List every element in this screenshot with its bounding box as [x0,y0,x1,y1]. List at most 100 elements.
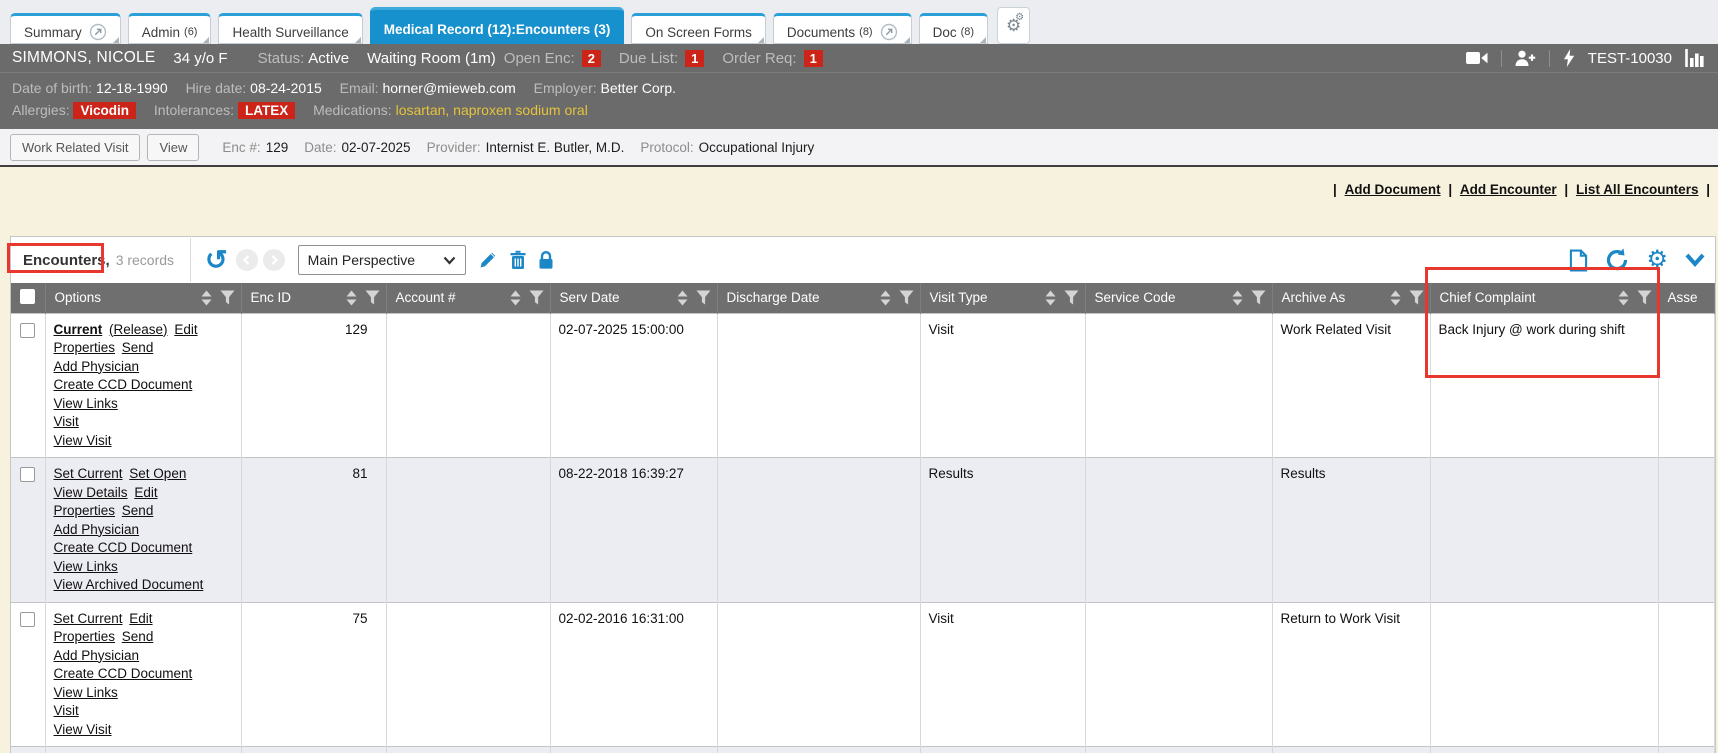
option-link[interactable]: Add Physician [54,359,140,374]
column-header-account[interactable]: Account # [386,283,550,313]
tab-medical-record-encounters[interactable]: Medical Record (12):Encounters (3) [370,7,625,44]
list-all-encounters-link[interactable]: List All Encounters [1576,182,1699,197]
work-related-visit-button[interactable]: Work Related Visit [10,134,140,161]
option-link[interactable]: Properties [54,629,116,644]
sort-icon[interactable] [1618,290,1629,306]
option-link[interactable]: View Links [54,396,118,411]
tab-on-screen-forms[interactable]: On Screen Forms [631,13,766,44]
sort-icon[interactable] [201,290,212,306]
popout-icon[interactable] [880,23,898,41]
option-link[interactable]: Create CCD Document [54,377,193,392]
add-encounter-link[interactable]: Add Encounter [1460,182,1557,197]
option-link[interactable]: Add Physician [54,648,140,663]
filter-funnel-icon[interactable] [220,290,235,305]
add-document-link[interactable]: Add Document [1345,182,1441,197]
sort-icon[interactable] [1390,290,1401,306]
refresh-icon[interactable] [1605,248,1629,272]
option-link[interactable]: Add Physician [54,522,140,537]
option-link[interactable]: View Archived Document [54,577,204,592]
intolerance-badge[interactable]: LATEX [238,102,295,119]
delete-trash-icon[interactable] [509,250,527,270]
option-link[interactable]: View Links [54,685,118,700]
option-link[interactable]: Create CCD Document [54,540,193,555]
column-header-enc-id[interactable]: Enc ID [241,283,386,313]
sort-icon[interactable] [880,290,891,306]
filter-funnel-icon[interactable] [529,290,544,305]
undo-icon[interactable]: ↺ [205,247,228,274]
option-link[interactable]: Send [122,629,154,644]
option-link[interactable]: Properties [54,503,116,518]
row-checkbox[interactable] [20,467,35,482]
filter-funnel-icon[interactable] [1064,290,1079,305]
divider [1501,50,1502,67]
chart-icon[interactable] [1685,49,1706,68]
row-checkbox[interactable] [20,323,35,338]
tab-doc[interactable]: Doc (8) [919,13,988,44]
nav-back-icon[interactable] [236,249,258,271]
option-link[interactable]: View Links [54,559,118,574]
tab-admin[interactable]: Admin (6) [128,13,212,44]
person-add-icon[interactable] [1515,50,1536,67]
column-header-service-code[interactable]: Service Code [1085,283,1272,313]
due-list-badge[interactable]: 1 [685,50,704,67]
option-link[interactable]: Edit [129,611,152,626]
view-button[interactable]: View [147,134,199,161]
option-link[interactable]: Current [54,322,103,337]
sort-icon[interactable] [510,290,521,306]
filter-funnel-icon[interactable] [1409,290,1424,305]
bolt-icon[interactable] [1563,49,1575,67]
tab-settings-cogs-button[interactable]: ⚙ ⚙ [997,7,1030,44]
video-camera-icon[interactable] [1466,51,1488,65]
sort-icon[interactable] [1232,290,1243,306]
column-header-discharge-date[interactable]: Discharge Date [717,283,920,313]
column-header-assessment[interactable]: Asse [1658,283,1715,313]
column-header-archive-as[interactable]: Archive As [1272,283,1430,313]
option-link[interactable]: Set Current [54,466,123,481]
filter-funnel-icon[interactable] [1637,290,1652,305]
option-link[interactable]: Send [122,340,154,355]
grid-settings-gear-icon[interactable]: ⚙ [1646,248,1668,272]
tab-label: Documents [787,25,855,40]
edit-pencil-icon[interactable] [478,250,498,270]
tab-documents[interactable]: Documents (8) [773,13,912,44]
filter-funnel-icon[interactable] [696,290,711,305]
filter-funnel-icon[interactable] [365,290,380,305]
sort-icon[interactable] [346,290,357,306]
filter-funnel-icon[interactable] [899,290,914,305]
row-checkbox[interactable] [20,612,35,627]
new-document-icon[interactable] [1569,249,1588,272]
option-link[interactable]: Send [122,503,154,518]
allergy-badge[interactable]: Vicodin [73,102,136,119]
option-link[interactable]: Visit [54,703,79,718]
lock-icon[interactable] [538,250,554,270]
option-link[interactable]: Set Open [129,466,186,481]
option-link[interactable]: Create CCD Document [54,666,193,681]
collapse-chevron-down-icon[interactable] [1685,253,1705,267]
column-header-serv-date[interactable]: Serv Date [550,283,717,313]
select-all-checkbox[interactable] [20,289,35,304]
popout-icon[interactable] [89,23,107,41]
column-header-chief-complaint[interactable]: Chief Complaint [1430,283,1658,313]
perspective-select[interactable]: Main Perspective [298,245,466,275]
filter-funnel-icon[interactable] [1251,290,1266,305]
sort-icon[interactable] [1045,290,1056,306]
sort-icon[interactable] [677,290,688,306]
option-link[interactable]: Edit [174,322,197,337]
option-link[interactable]: Set Current [54,611,123,626]
tab-summary[interactable]: Summary [10,13,121,44]
option-link[interactable]: Visit [54,414,79,429]
option-link[interactable]: Edit [134,485,157,500]
tab-health-surveillance[interactable]: Health Surveillance [218,13,362,44]
medications-value[interactable]: losartan, naproxen sodium oral [396,102,588,118]
select-all-header[interactable] [11,283,45,313]
option-link[interactable]: View Details [54,485,128,500]
option-link[interactable]: (Release) [109,322,168,337]
column-header-options[interactable]: Options [45,283,241,313]
option-link[interactable]: Properties [54,340,116,355]
open-enc-badge[interactable]: 2 [582,50,601,67]
option-link[interactable]: View Visit [54,722,112,737]
option-link[interactable]: View Visit [54,433,112,448]
column-header-visit-type[interactable]: Visit Type [920,283,1085,313]
nav-forward-icon[interactable] [263,249,285,271]
order-req-badge[interactable]: 1 [804,50,823,67]
